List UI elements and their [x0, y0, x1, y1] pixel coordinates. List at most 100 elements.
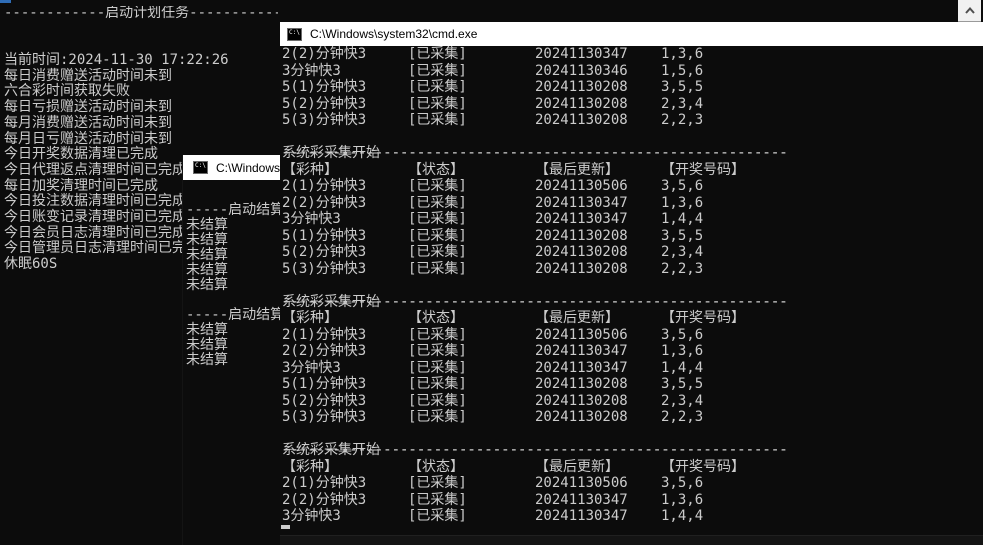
cmd-icon: C:\ [193, 161, 208, 174]
table-row: 2(1)分钟快3[已采集]202411305063,5,6 [280, 178, 983, 195]
collection-separator: ----------------------------------------… [280, 145, 983, 162]
draw-numbers-cell: 3,5,6 [661, 327, 703, 344]
draw-numbers-cell: 1,5,6 [661, 63, 703, 80]
separator-dashes: ----------------------------------------… [282, 442, 788, 459]
status-cell: [已采集] [408, 360, 467, 377]
lottery-name-cell: 2(2)分钟快3 [282, 195, 366, 212]
settlement-status-line: 未结算 [186, 248, 281, 263]
last-update-cell: 20241130208 [535, 228, 628, 245]
table-header: 【彩种】【状态】【最后更新】【开奖号码】 [280, 162, 983, 179]
text-cursor [281, 525, 290, 529]
separator-line: -----启动结算 [186, 203, 281, 218]
draw-numbers-cell: 1,3,6 [661, 343, 703, 360]
draw-numbers-cell: 2,3,4 [661, 393, 703, 410]
status-cell: [已采集] [408, 327, 467, 344]
settlement-status-line: 未结算 [186, 218, 281, 233]
settlement-status-line: 未结算 [186, 353, 281, 368]
table-row: 3分钟快3 [已采集] 20241130347 1,4,4 [280, 211, 983, 228]
console-line [280, 426, 983, 443]
status-cell: [已采集] [408, 195, 467, 212]
table-row: 3分钟快3[已采集]202411303471,4,4 [280, 508, 983, 525]
console-line [186, 293, 281, 308]
window-settlement[interactable]: C:\ C:\Windows\system32\cmd.exe -----启动结… [182, 155, 281, 545]
last-update-cell: 20241130346 [535, 63, 628, 80]
lottery-name-cell: 2(1)分钟快3 [282, 327, 366, 344]
window-cmd-main[interactable]: C:\ C:\Windows\system32\cmd.exe 2(2)分钟快3… [280, 22, 983, 545]
last-update-cell: 20241130208 [535, 261, 628, 278]
status-cell: [已采集] [408, 244, 467, 261]
last-update-cell: 20241130208 [535, 409, 628, 426]
draw-numbers-cell: 1,4,4 [661, 211, 703, 228]
status-cell: [已采集] [408, 492, 467, 509]
last-update-cell: 20241130347 [535, 360, 628, 377]
window-title: C:\Windows\system32\cmd.exe [216, 161, 281, 175]
settlement-status-line: 未结算 [186, 338, 281, 353]
draw-numbers-cell: 2,2,3 [661, 409, 703, 426]
lottery-name-cell: 5(3)分钟快3 [282, 261, 366, 278]
status-cell: [已采集] [408, 178, 467, 195]
draw-numbers-cell: 2,3,4 [661, 244, 703, 261]
separator-dashes: ----------------------------------------… [282, 294, 788, 311]
lottery-name-cell: 5(2)分钟快3 [282, 244, 366, 261]
window-title: C:\Windows\system32\cmd.exe [310, 27, 477, 41]
draw-numbers-cell: 1,4,4 [661, 508, 703, 525]
status-cell: [已采集] [408, 79, 467, 96]
last-update-cell: 20241130208 [535, 393, 628, 410]
lottery-name-cell: 2(2)分钟快3 [282, 492, 366, 509]
window-fragment-blue [0, 0, 11, 3]
lottery-name-cell: 【彩种】 [282, 459, 338, 476]
last-update-cell: 20241130208 [535, 376, 628, 393]
table-row: 2(2)分钟快3[已采集]202411303471,3,6 [280, 195, 983, 212]
lottery-name-cell: 3分钟快3 [282, 211, 341, 228]
last-update-cell: 20241130347 [535, 508, 628, 525]
scrollbar-up-button[interactable] [958, 0, 981, 22]
table-row: 5(1)分钟快3[已采集]202411302083,5,5 [280, 228, 983, 245]
last-update-cell: 20241130347 [535, 46, 628, 63]
draw-numbers-cell: 2,3,4 [661, 96, 703, 113]
lottery-name-cell: 5(1)分钟快3 [282, 228, 366, 245]
status-cell: [已采集] [408, 409, 467, 426]
table-header: 【彩种】【状态】【最后更新】【开奖号码】 [280, 459, 983, 476]
console-line [186, 188, 281, 203]
status-cell: [已采集] [408, 475, 467, 492]
last-update-cell: 20241130347 [535, 195, 628, 212]
table-row: 5(3)分钟快3 [已采集] 20241130208 2,2,3 [280, 261, 983, 278]
table-row: 5(2)分钟快3[已采集]202411302082,3,4 [280, 393, 983, 410]
chevron-up-icon [964, 6, 976, 15]
table-row: 2(2)分钟快3[已采集]202411303471,3,6 [280, 46, 983, 63]
table-row: 5(3)分钟快3[已采集]202411302082,2,3 [280, 409, 983, 426]
titlebar[interactable]: C:\ C:\Windows\system32\cmd.exe [183, 155, 281, 180]
table-row: 5(1)分钟快3[已采集]202411302083,5,5 [280, 79, 983, 96]
status-cell: [已采集] [408, 211, 467, 228]
last-update-cell: 20241130347 [535, 492, 628, 509]
last-update-cell: 【最后更新】 [535, 162, 619, 179]
status-cell: [已采集] [408, 96, 467, 113]
table-row: 2(2)分钟快3[已采集]202411303471,3,6 [280, 492, 983, 509]
separator-line: -----启动结算 [186, 308, 281, 323]
status-cell: 【状态】 [408, 310, 464, 327]
table-row: 5(1)分钟快3[已采集]202411302083,5,5 [280, 376, 983, 393]
console-line [280, 129, 983, 146]
table-header: 【彩种】【状态】【最后更新】【开奖号码】 [280, 310, 983, 327]
lottery-name-cell: 5(1)分钟快3 [282, 376, 366, 393]
lottery-name-cell: 3分钟快3 [282, 63, 341, 80]
last-update-cell: 20241130347 [535, 211, 628, 228]
lottery-name-cell: 5(2)分钟快3 [282, 96, 366, 113]
status-cell: [已采集] [408, 261, 467, 278]
draw-numbers-cell: 3,5,5 [661, 228, 703, 245]
lottery-name-cell: 【彩种】 [282, 162, 338, 179]
last-update-cell: 20241130208 [535, 79, 628, 96]
status-cell: [已采集] [408, 343, 467, 360]
lottery-name-cell: 2(1)分钟快3 [282, 178, 366, 195]
settlement-status-line: 未结算 [186, 323, 281, 338]
status-cell: [已采集] [408, 46, 467, 63]
draw-numbers-cell: 3,5,6 [661, 475, 703, 492]
draw-numbers-cell: 2,2,3 [661, 261, 703, 278]
titlebar[interactable]: C:\ C:\Windows\system32\cmd.exe [280, 22, 983, 46]
last-update-cell: 【最后更新】 [535, 310, 619, 327]
window-top-behind [278, 0, 983, 22]
draw-numbers-cell: 1,3,6 [661, 46, 703, 63]
settlement-status-line: 未结算 [186, 233, 281, 248]
cmd-icon: C:\ [287, 28, 302, 41]
lottery-name-cell: 5(3)分钟快3 [282, 112, 366, 129]
